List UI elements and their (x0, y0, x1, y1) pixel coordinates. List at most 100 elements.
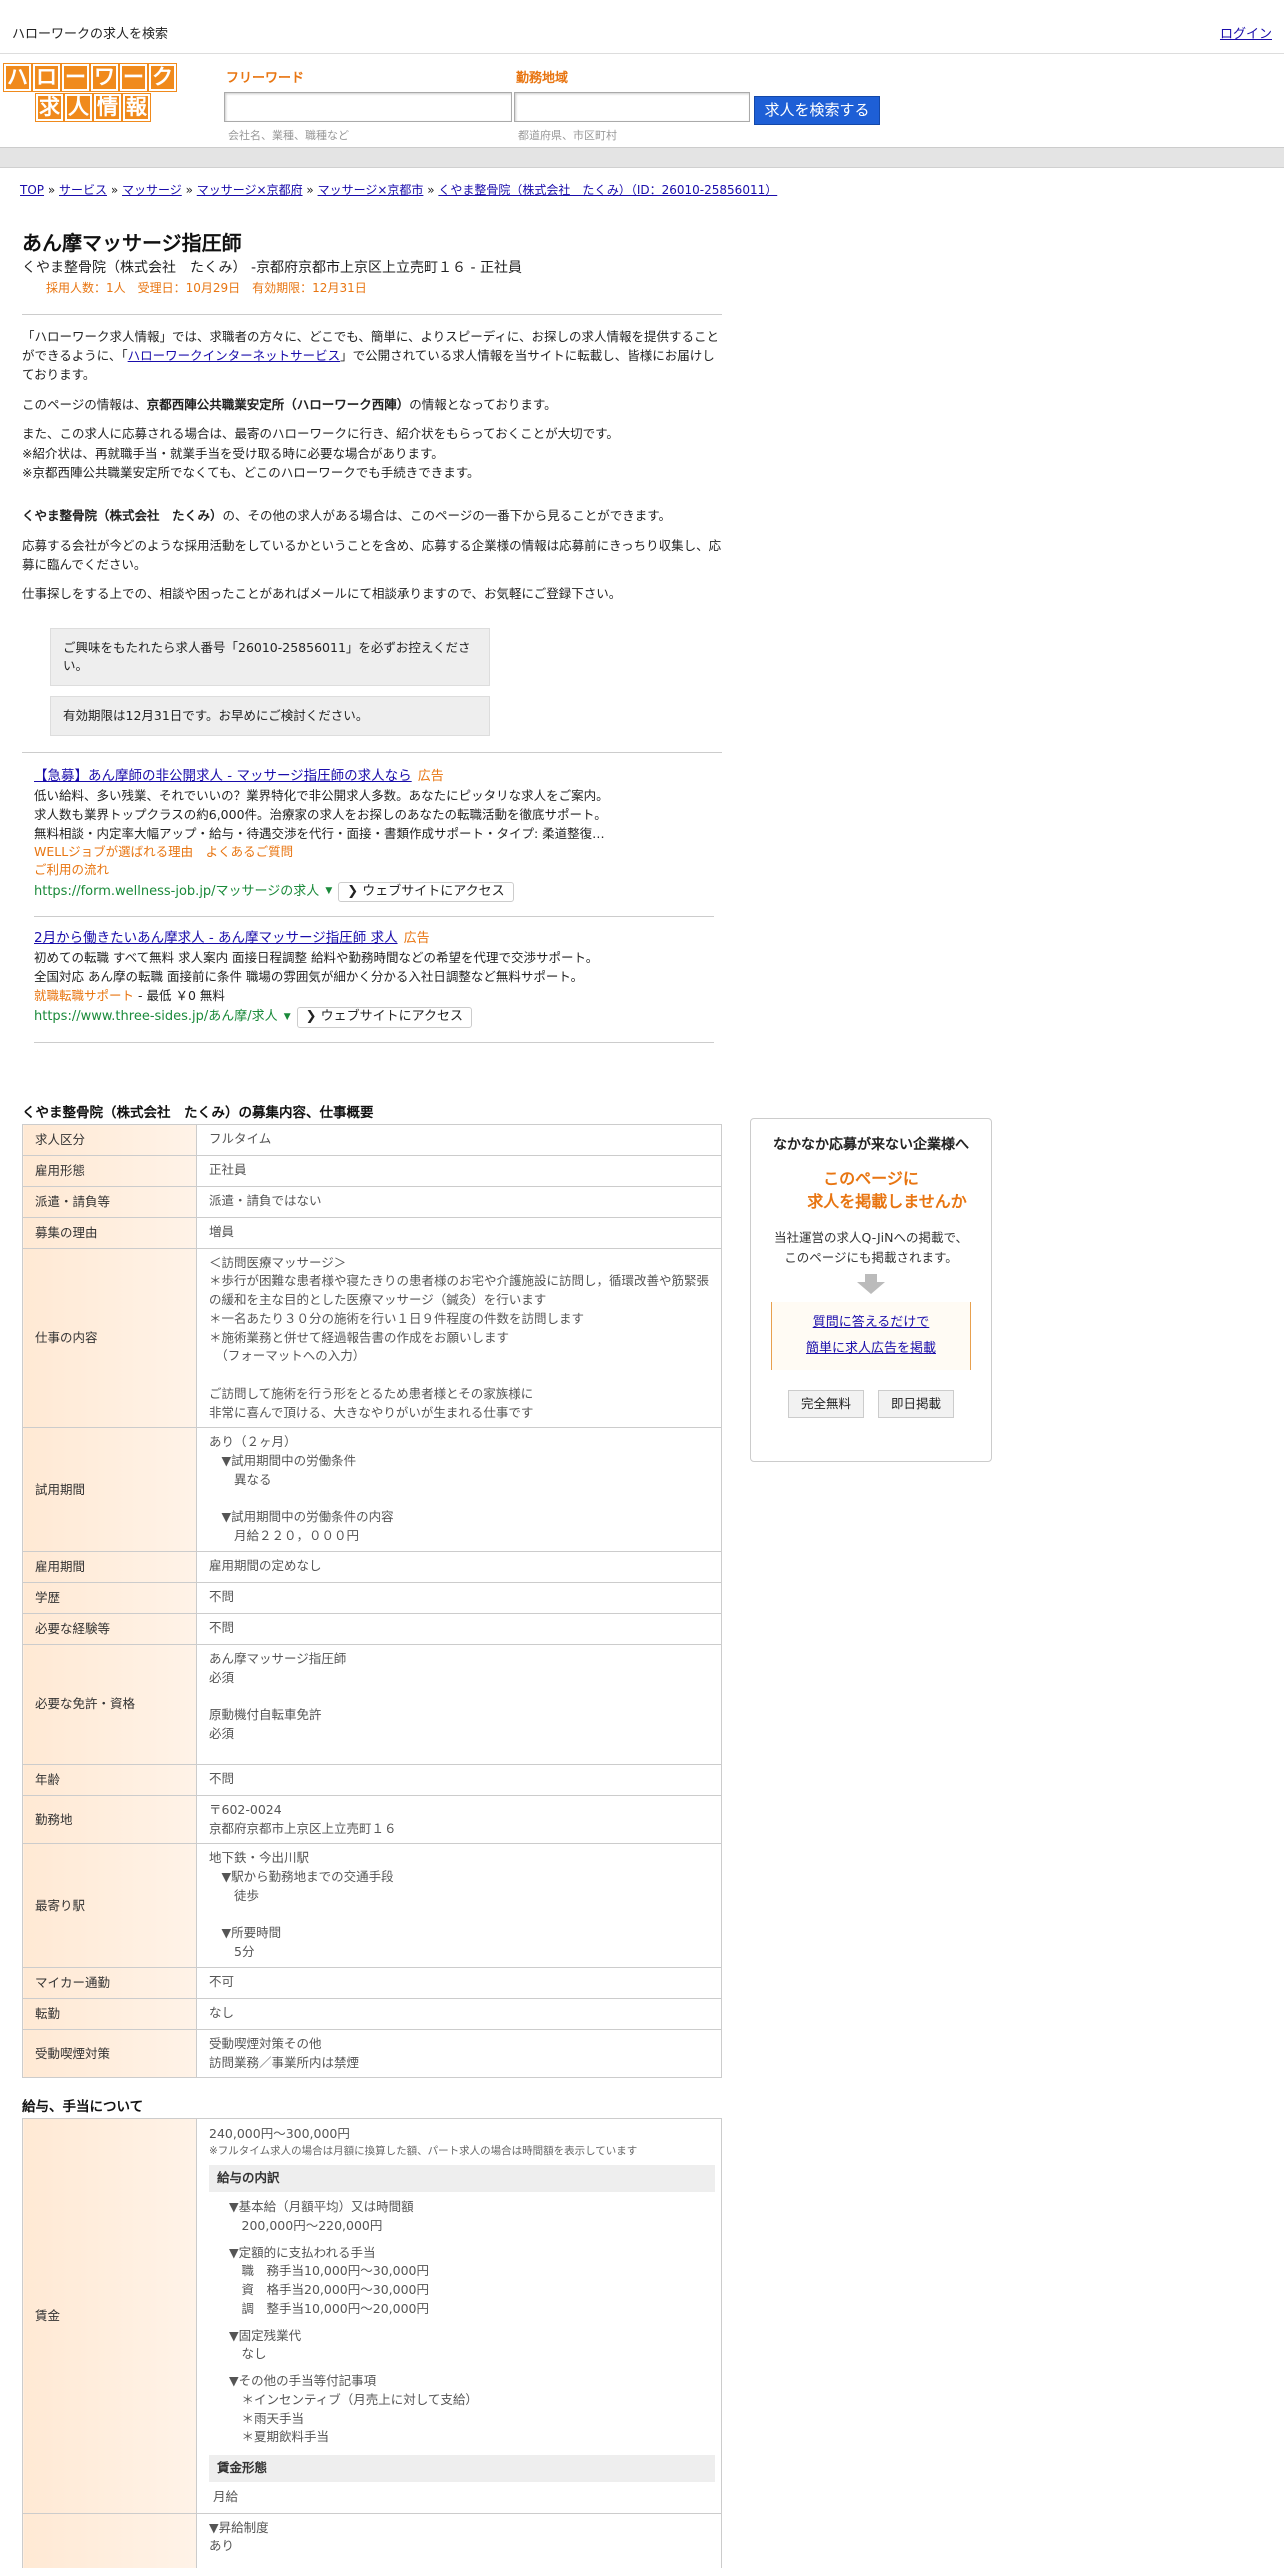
table-row: 派遣・請負等 派遣・請負ではない (22, 1185, 722, 1218)
apply-note: また、この求人に応募される場合は、最寄のハローワークに行き、紹介状をもらっておく… (22, 426, 619, 480)
row-value: 不問 (196, 1581, 722, 1614)
row-label: 募集の理由 (22, 1216, 197, 1249)
table-row: 試用期間 あり（２ヶ月） ▼試用期間中の労働条件 異なる ▼試用期間中の労働条件の… (22, 1427, 722, 1552)
job-number-notice: ご興味をもたれたら求人番号「26010-25856011」を必ずお控えください。 (50, 627, 490, 687)
row-label: 年齢 (22, 1763, 197, 1796)
row-label: 求人区分 (22, 1123, 197, 1156)
sidebox-headline: このページに 求人を掲載しませんか (807, 1169, 967, 1212)
advice-paragraph: 応募する会社が今どのような採用活動をしているかということを含め、応募する企業様の… (22, 537, 722, 573)
logo-char: ク (148, 63, 177, 92)
sidebox-cta: 質問に答えるだけで 簡単に求人広告を掲載 (771, 1301, 971, 1370)
table-row: 求人区分 フルタイム (22, 1123, 722, 1156)
sidebox-cta-link[interactable]: 質問に答えるだけで (813, 1315, 930, 1330)
keyword-input[interactable] (224, 92, 512, 122)
table-row: マイカー通勤 不可 (22, 1966, 722, 1999)
hellowork-logo[interactable]: ハ ロ ー ワ ー ク 求 人 情 報 (3, 63, 180, 122)
wage-overtime: ▼固定残業代 なし (229, 2327, 302, 2362)
row-label: マイカー通勤 (22, 1966, 197, 1999)
row-label: 賃金 (22, 2117, 197, 2514)
logo-char: 情 (93, 93, 122, 122)
main-content: あん摩マッサージ指圧師 くやま整骨院（株式会社 たくみ） -京都府京都市上京区上… (22, 230, 722, 1055)
ad-block: 2月から働きたいあん摩求人 - あん摩マッサージ指圧師 求人 広告 初めての転職 … (34, 929, 714, 1029)
keyword-hint: 会社名、業種、職種など (228, 129, 349, 142)
logo-char: ロ (32, 63, 61, 92)
ad-sitelinks: 就職転職サポート - 最低 ￥0 無料 (34, 987, 225, 1003)
wage-other: ▼その他の手当等付記事項 ＊インセンティブ（月売上に対して支給） ＊雨天手当 ＊… (229, 2373, 478, 2445)
row-value: ＜訪問医療マッサージ＞ ＊歩行が困難な患者様や寝たきりの患者様のお宅や介護施設に… (196, 1247, 722, 1429)
breadcrumb-link[interactable]: マッサージ (122, 183, 182, 197)
advertise-sidebox: なかなか応募が来ない企業様へ このページに 求人を掲載しませんか 当社運営の求人… (750, 1118, 992, 1462)
login-link[interactable]: ログイン (1220, 26, 1272, 45)
visit-website-button[interactable]: ❯ ウェブサイトにアクセス (338, 881, 514, 903)
area-input[interactable] (514, 92, 750, 122)
wage-form-heading: 賃金形態 (209, 2455, 715, 2482)
divider (22, 313, 722, 315)
row-value: 派遣・請負ではない (196, 1185, 722, 1218)
dropdown-icon[interactable]: ▼ (284, 1011, 291, 1024)
ad-badge: 広告 (403, 931, 430, 947)
row-value: フルタイム (196, 1123, 722, 1156)
row-value: 受動喫煙対策その他 訪問業務／事業所内は禁煙 (196, 2028, 722, 2079)
table-row: 年齢 不問 (22, 1763, 722, 1796)
row-value: 不可 (196, 1966, 722, 1999)
ad-sitelinks[interactable]: WELLジョブが選ばれる理由 よくあるご質問 ご利用の流れ (34, 843, 714, 879)
row-value: 〒602-0024 京都府京都市上京区上立売町１６ (196, 1794, 722, 1845)
hellowork-internet-link[interactable]: ハローワークインターネットサービス (128, 348, 341, 363)
row-label: 派遣・請負等 (22, 1185, 197, 1218)
dropdown-icon[interactable]: ▼ (325, 885, 332, 898)
table-row: 仕事の内容 ＜訪問医療マッサージ＞ ＊歩行が困難な患者様や寝たきりの患者様のお宅や… (22, 1247, 722, 1429)
ad-url-row: https://www.three-sides.jp/あん摩/求人 ▼ ❯ ウェ… (34, 1007, 714, 1029)
ad-url[interactable]: https://form.wellness-job.jp/マッサージの求人 (34, 883, 319, 902)
visit-website-button[interactable]: ❯ ウェブサイトにアクセス (296, 1007, 472, 1029)
logo-char: ワ (90, 63, 119, 92)
row-label: 受動喫煙対策 (22, 2028, 197, 2079)
row-label: 雇用期間 (22, 1550, 197, 1583)
search-button[interactable]: 求人を検索する (754, 96, 880, 125)
ad-url[interactable]: https://www.three-sides.jp/あん摩/求人 (34, 1008, 278, 1027)
sidebox-cta-link[interactable]: 簡単に求人広告を掲載 (806, 1341, 936, 1356)
logo-char: ー (61, 63, 90, 92)
intro-paragraph: 「ハローワーク求人情報」では、求職者の方々に、どこでも、簡単に、よりスピーディに… (22, 328, 720, 383)
table-row: 賃金 240,000円〜300,000円 ※フルタイム求人の場合は月額に換算した… (22, 2117, 722, 2514)
row-value: 正社員 (196, 1154, 722, 1187)
free-button[interactable]: 完全無料 (787, 1389, 864, 1418)
breadcrumb-link[interactable]: マッサージ×京都市 (318, 183, 424, 197)
breadcrumb-link[interactable]: マッサージ×京都府 (197, 183, 303, 197)
wage-note: ※フルタイム求人の場合は月額に換算した額、パート求人の場合は時間額を表示していま… (209, 2144, 638, 2157)
ad-title-link[interactable]: 2月から働きたいあん摩求人 - あん摩マッサージ指圧師 求人 (34, 930, 398, 946)
divider (22, 752, 722, 754)
table-row: 必要な経験等 不問 (22, 1612, 722, 1645)
area-label: 勤務地域 (516, 71, 569, 86)
wage-fixed-allowance: ▼定額的に支払われる手当 職 務手当10,000円〜30,000円 資 格手当2… (229, 2244, 429, 2316)
breadcrumb: TOP » サービス » マッサージ » マッサージ×京都府 » マッサージ×京… (20, 183, 778, 197)
wage-breakdown-heading: 給与の内訳 (209, 2165, 715, 2193)
wage-table: 賃金 240,000円〜300,000円 ※フルタイム求人の場合は月額に換算した… (22, 2117, 722, 2568)
table-row: 雇用期間 雇用期間の定めなし (22, 1550, 722, 1583)
same-day-button[interactable]: 即日掲載 (878, 1389, 955, 1418)
header-divider (0, 148, 1284, 168)
table-row: 最寄り駅 地下鉄・今出川駅 ▼駅から勤務地までの交通手段 徒歩 ▼所要時間 5分 (22, 1843, 722, 1968)
ad-block: 【急募】あん摩師の非公開求人 - マッサージ指圧師の求人なら 広告 低い給料、多い… (34, 767, 714, 903)
ad-title-link[interactable]: 【急募】あん摩師の非公開求人 - マッサージ指圧師の求人なら (34, 768, 412, 784)
company-line: くやま整骨院（株式会社 たくみ） -京都府京都市上京区上立売町１６ - 正社員 (22, 260, 523, 276)
spec-section-title: くやま整骨院（株式会社 たくみ）の募集内容、仕事概要 (22, 1105, 374, 1121)
job-title: あん摩マッサージ指圧師 (22, 231, 242, 255)
row-label: 勤務地 (22, 1794, 197, 1845)
row-value: 雇用期間の定めなし (196, 1550, 722, 1583)
breadcrumb-link[interactable]: くやま整骨院（株式会社 たくみ）（ID：26010-25856011） (438, 183, 777, 197)
other-jobs-paragraph: くやま整骨院（株式会社 たくみ）の、その他の求人がある場合は、このページの一番下… (22, 508, 672, 524)
breadcrumb-link[interactable]: TOP (20, 183, 44, 197)
row-value: なし (196, 1997, 722, 2030)
logo-char: 人 (64, 93, 93, 122)
logo-char: ハ (3, 63, 32, 92)
row-value: あん摩マッサージ指圧師 必須 原動機付自転車免許 必須 (196, 1643, 722, 1765)
breadcrumb-link[interactable]: サービス (59, 183, 107, 197)
row-label: 雇用形態 (22, 1154, 197, 1187)
ad-divider (34, 916, 714, 918)
consult-paragraph: 仕事探しをする上での、相談や困ったことがあればメールにて相談承りますので、お気軽… (22, 586, 622, 602)
wage-base: ▼基本給（月額平均）又は時間額 200,000円〜220,000円 (229, 2199, 414, 2233)
row-label: 試用期間 (22, 1427, 197, 1552)
sidebox-text: 当社運営の求人Q-JiNへの掲載で、 このページにも掲載されます。 (774, 1229, 968, 1265)
row-label (22, 2512, 197, 2568)
source-paragraph: このページの情報は、京都西陣公共職業安定所（ハローワーク西陣）の情報となっており… (22, 396, 557, 412)
